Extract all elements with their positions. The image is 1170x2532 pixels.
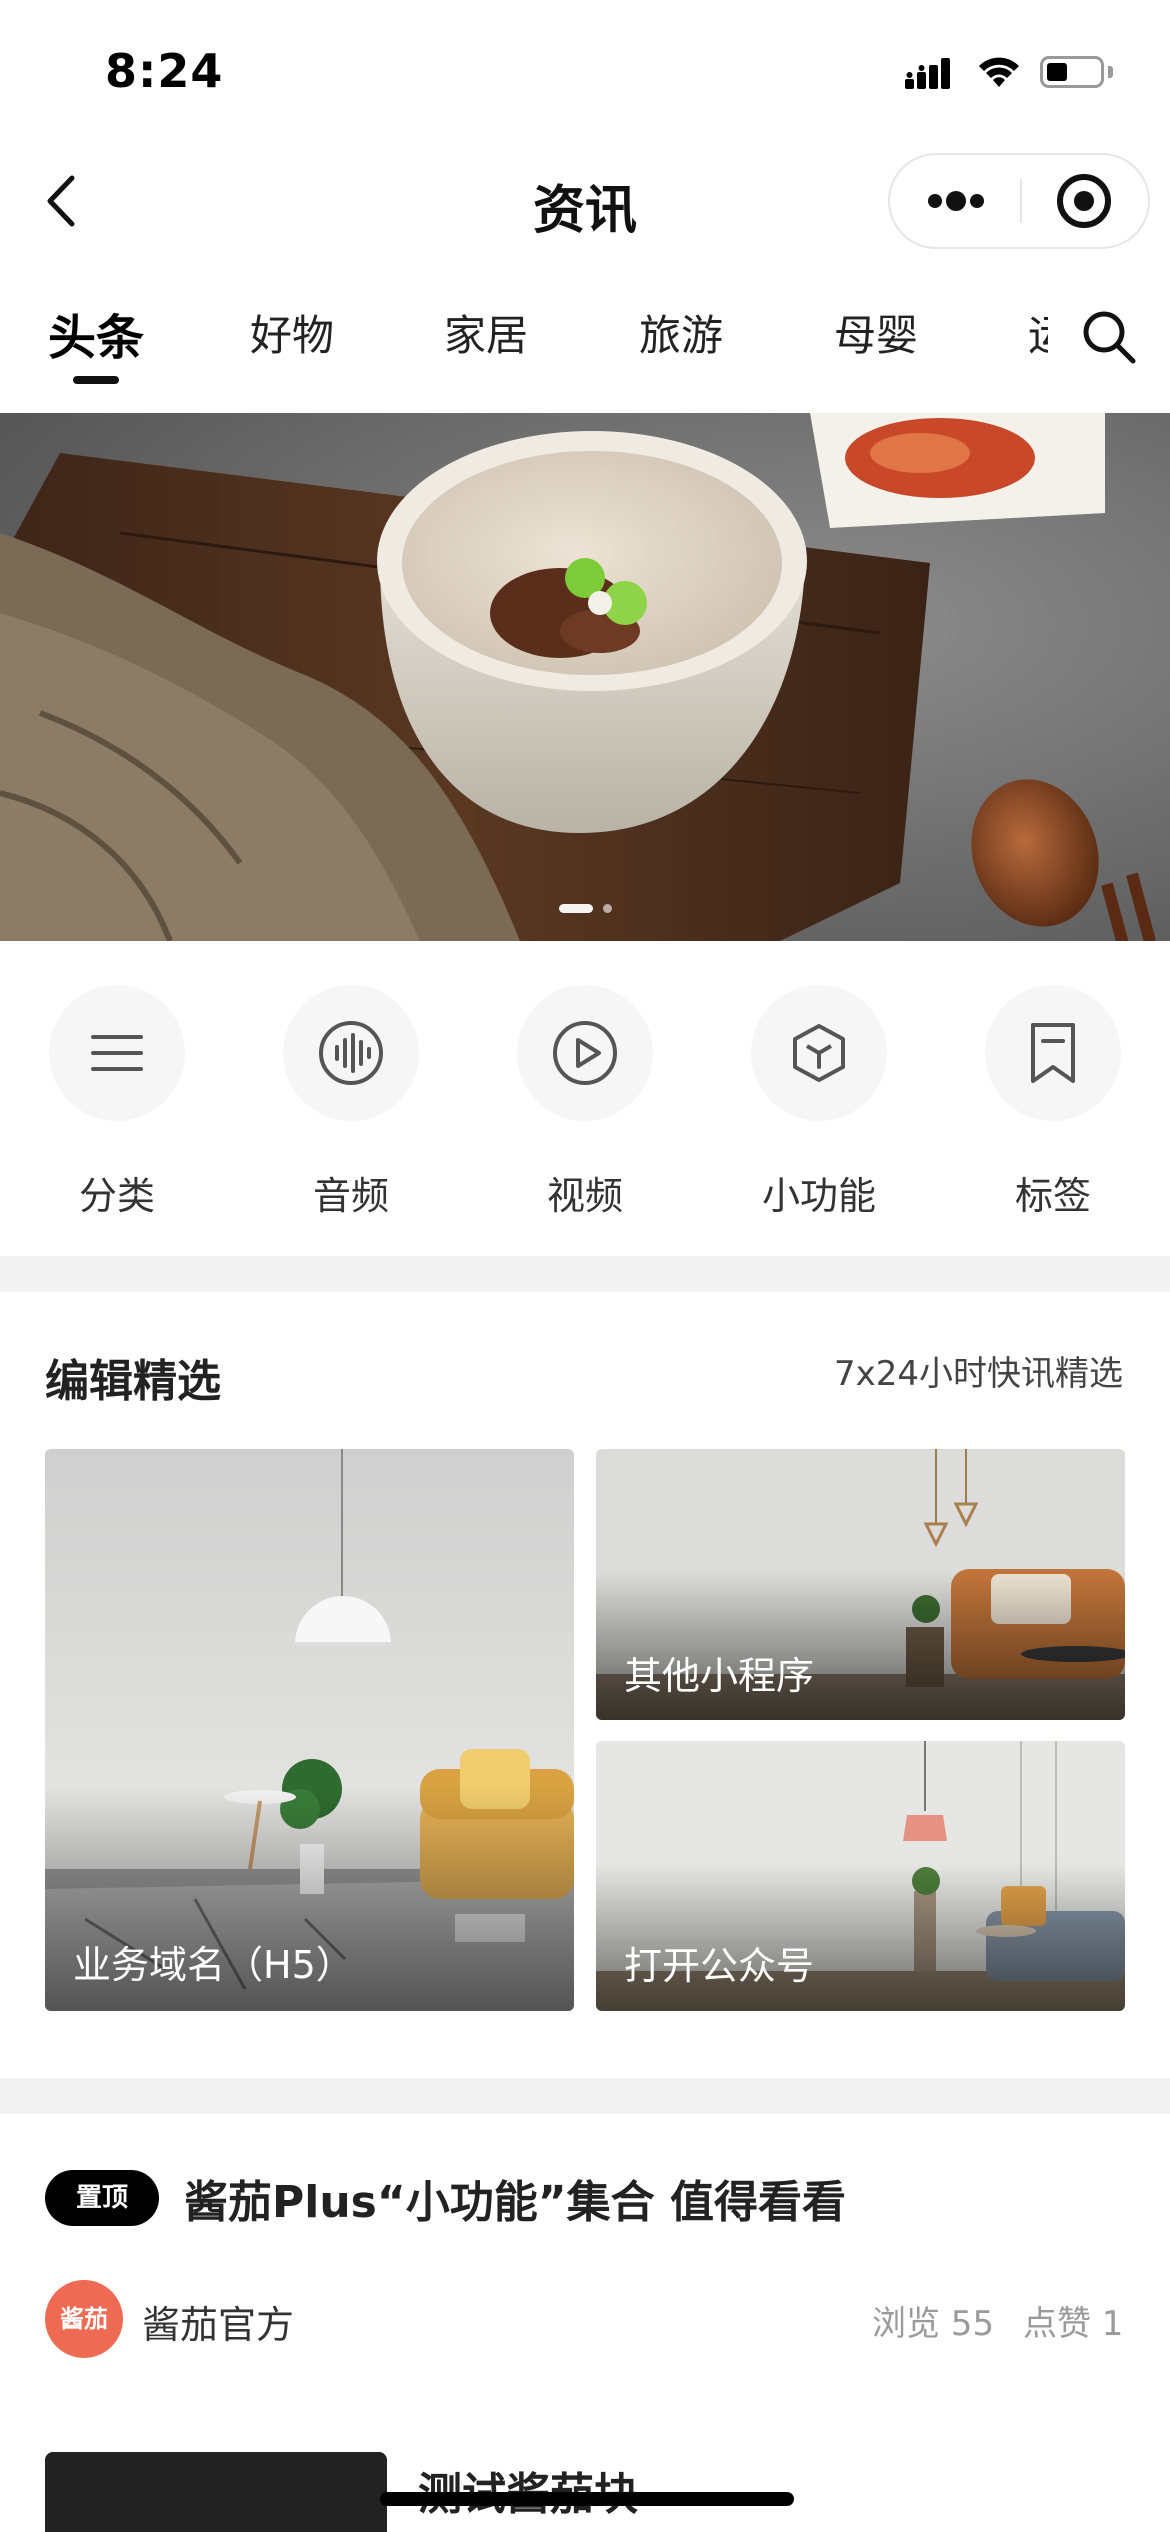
tabs-scroll[interactable]: 头条 好物 家居 旅游 母婴 运 <box>0 290 1048 400</box>
quick-link-audio[interactable]: 音频 <box>271 985 431 1225</box>
card-label: 其他小程序 <box>624 1654 815 1698</box>
quick-link-category[interactable]: 分类 <box>37 985 197 1225</box>
more-icon[interactable] <box>890 155 1020 247</box>
wifi-icon <box>979 57 1019 87</box>
category-tabs: 头条 好物 家居 旅游 母婴 运 <box>0 290 1170 400</box>
quick-links: 分类 音频 视频 小功能 标签 <box>0 975 1170 1230</box>
article-title[interactable]: 测试酱茄块 <box>418 2458 638 2522</box>
audio-wave-icon <box>319 1021 383 1085</box>
section-divider <box>0 2078 1170 2114</box>
quick-link-label: 音频 <box>312 1174 389 1218</box>
tab-goods[interactable]: 好物 <box>250 302 334 363</box>
quick-link-label: 视频 <box>546 1174 623 1218</box>
search-icon[interactable] <box>1080 308 1138 366</box>
card-label: 业务域名（H5） <box>73 1943 354 1987</box>
article-title[interactable]: 酱茄Plus“小功能”集合 值得看看 <box>184 2166 846 2230</box>
editor-picks-title: 编辑精选 <box>45 1356 221 1407</box>
view-count: 浏览 55 <box>872 2304 995 2344</box>
play-icon <box>553 1021 617 1085</box>
mini-program-capsule <box>888 153 1150 249</box>
battery-tip <box>1108 66 1113 78</box>
banner-image <box>0 413 1170 941</box>
status-time: 8:24 <box>105 44 224 98</box>
article-thumbnail[interactable] <box>45 2452 387 2532</box>
home-indicator[interactable] <box>380 2492 794 2506</box>
quick-link-circle <box>283 985 419 1121</box>
tab-sports[interactable]: 运 <box>1028 302 1048 363</box>
bookmark-icon <box>1031 1023 1075 1083</box>
back-arrow-icon[interactable] <box>38 170 88 232</box>
cellular-signal-icon <box>905 58 950 89</box>
carousel-dots <box>0 898 1170 917</box>
tab-home[interactable]: 家居 <box>444 302 528 363</box>
quick-link-circle <box>517 985 653 1121</box>
battery-icon <box>1040 56 1104 88</box>
active-tab-indicator <box>73 376 119 384</box>
quick-link-label: 小功能 <box>761 1174 876 1218</box>
banner-carousel[interactable] <box>0 413 1170 941</box>
quick-link-circle <box>751 985 887 1121</box>
carousel-dot-active[interactable] <box>558 904 593 913</box>
card-image-living-room <box>45 1449 574 2011</box>
author-name[interactable]: 酱茄官方 <box>142 2294 294 2349</box>
card-label: 打开公众号 <box>624 1944 815 1988</box>
quick-link-tags[interactable]: 标签 <box>973 985 1133 1225</box>
card-business-domain[interactable]: 业务域名（H5） <box>45 1449 574 2011</box>
tab-headlines[interactable]: 头条 <box>48 298 144 368</box>
quick-link-video[interactable]: 视频 <box>505 985 665 1225</box>
pinned-badge: 置顶 <box>45 2170 159 2226</box>
card-other-mini-programs[interactable]: 其他小程序 <box>596 1449 1125 1720</box>
quick-link-label: 分类 <box>78 1174 155 1218</box>
cube-icon <box>793 1024 845 1082</box>
quick-link-tools[interactable]: 小功能 <box>739 985 899 1225</box>
card-open-official-account[interactable]: 打开公众号 <box>596 1741 1125 2011</box>
menu-icon <box>91 1035 143 1071</box>
like-count: 点赞 1 <box>1023 2304 1124 2344</box>
quick-link-circle <box>49 985 185 1121</box>
editor-picks-subtitle[interactable]: 7x24小时快讯精选 <box>834 1346 1123 1395</box>
tab-maternity[interactable]: 母婴 <box>834 302 918 363</box>
tab-travel[interactable]: 旅游 <box>639 302 723 363</box>
navigation-bar: 资讯 <box>0 140 1170 265</box>
carousel-dot[interactable] <box>602 904 612 913</box>
status-bar: 8:24 <box>0 0 1170 140</box>
close-mini-program-icon[interactable] <box>1022 155 1150 247</box>
quick-link-circle <box>985 985 1121 1121</box>
section-divider <box>0 1256 1170 1292</box>
avatar[interactable]: 酱茄 <box>45 2280 123 2358</box>
quick-link-label: 标签 <box>1014 1174 1091 1218</box>
